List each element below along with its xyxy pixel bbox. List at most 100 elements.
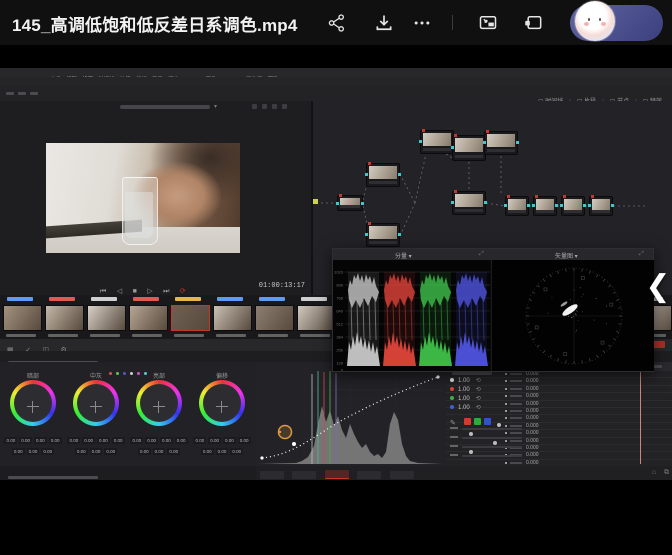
grade-node-2[interactable] [366, 223, 400, 247]
grade-node-0[interactable] [337, 195, 363, 211]
video-frame-resolve-screenshot: DaVinci Resolve文件编辑修剪时间线片段标记显示播放Fusion调色… [0, 45, 672, 480]
timeline-clip-6[interactable] [255, 295, 294, 337]
topbar-divider [452, 15, 453, 30]
channel-Y: 1.00⟲ [450, 373, 481, 382]
scopes-window: 分量 ▾ ⤢ 矢量图 ▾ ⤢ 1023 896 768 640 512 384 256 128… [332, 248, 654, 372]
grade-node-10[interactable] [589, 196, 613, 216]
expand-icon[interactable]: ⧉ [664, 466, 669, 480]
parade-title[interactable]: 分量 ▾ [395, 251, 412, 260]
svg-text:256: 256 [336, 348, 343, 353]
keyframe-panel-footer: ⌂ ⧉ [446, 466, 672, 480]
theater-mode-icon[interactable] [523, 13, 545, 33]
clip-thumbnail[interactable] [3, 305, 42, 331]
color-swatch[interactable] [464, 418, 471, 425]
color-swatch[interactable] [484, 418, 491, 425]
clip-thumbnail[interactable] [255, 305, 294, 331]
svg-text:1023: 1023 [334, 270, 344, 275]
clip-thumbnail[interactable] [171, 305, 210, 331]
video-player: 145_高调低饱和低反差日系调色.mp4 [0, 0, 672, 555]
video-title: 145_高调低饱和低反差日系调色.mp4 [12, 11, 298, 36]
timeline-clip-7[interactable] [297, 295, 336, 337]
color-wheel-1[interactable]: 中灰0.000.000.000.000.000.000.00 [65, 371, 127, 471]
color-wheels-panel: 暗部0.000.000.000.000.000.000.00中灰0.000.00… [0, 362, 256, 480]
viewer-panel: ▾ ⏮ ◁ ■ [0, 101, 311, 296]
timeline-name-dropdown[interactable] [120, 105, 210, 109]
color-wheel-3[interactable]: 偏移0.000.000.000.000.000.000.00 [191, 371, 253, 471]
node-source-input [313, 199, 318, 204]
channel-gains: 1.00⟲1.00⟲1.00⟲1.00⟲ [450, 373, 481, 409]
keyframe-row-9[interactable]: 0.000 [446, 438, 672, 445]
channel-B: 1.00⟲ [450, 400, 481, 409]
channel-R: 1.00⟲ [450, 382, 481, 391]
color-swatch[interactable] [474, 418, 481, 425]
wheel-ring[interactable] [10, 380, 56, 426]
curve-mode-tabs [256, 466, 446, 480]
timeline-clip-4[interactable] [171, 295, 210, 337]
vectorscope-expand-icon[interactable]: ⤢ [639, 251, 644, 258]
keyframe-panel: 0.0000.0000.0000.0000.0000.0000.0000.000… [446, 362, 672, 480]
color-wheel-2[interactable]: 亮部0.000.000.000.000.000.000.00 [128, 371, 190, 471]
home-icon[interactable]: ⌂ [652, 466, 656, 480]
wheel-ring[interactable] [136, 380, 182, 426]
grade-node-4[interactable] [452, 135, 486, 161]
clip-thumbnail[interactable] [213, 305, 252, 331]
resolve-menu-bar: DaVinci Resolve文件编辑修剪时间线片段标记显示播放Fusion调色… [0, 68, 672, 77]
grade-node-3[interactable] [420, 130, 454, 154]
svg-text:640: 640 [336, 309, 343, 314]
viewer-video-frame [46, 143, 240, 253]
timeline-clip-2[interactable] [87, 295, 126, 337]
timeline-clip-3[interactable] [129, 295, 168, 337]
parade-expand-icon[interactable]: ⤢ [479, 251, 484, 258]
svg-text:768: 768 [336, 296, 343, 301]
viewer-transport-controls: ⏮ ◁ ■ ▷ ⏭ ⟳ 01:00:13:17 [0, 280, 311, 296]
player-control-bar: 00:03:15 00:06:24 倍速 超清 字幕 查找 选集 SVIP [0, 480, 672, 555]
viewer-timecode: 01:00:13:17 [259, 282, 305, 290]
grade-node-7[interactable] [505, 196, 529, 216]
grade-node-1[interactable] [366, 163, 400, 187]
curve-tab[interactable] [260, 471, 284, 479]
water-glass [122, 177, 158, 245]
svg-text:0: 0 [341, 368, 344, 372]
color-wheel-0[interactable]: 暗部0.000.000.000.000.000.000.00 [2, 371, 64, 471]
grade-node-6[interactable] [452, 191, 486, 215]
curve-tab[interactable] [390, 471, 414, 479]
clip-thumbnail[interactable] [87, 305, 126, 331]
curve-tab[interactable] [292, 471, 316, 479]
download-icon[interactable] [373, 13, 395, 33]
timeline-clip-0[interactable] [3, 295, 42, 337]
grade-node-8[interactable] [533, 196, 557, 216]
svg-text:896: 896 [336, 283, 343, 288]
playlist-panel-toggle-chevron[interactable]: ❮ [645, 268, 671, 306]
svg-text:128: 128 [336, 361, 343, 366]
custom-curve-chart[interactable] [258, 366, 442, 464]
more-icon[interactable] [411, 13, 433, 33]
grade-node-9[interactable] [561, 196, 585, 216]
reset-icon[interactable]: ⟲ [476, 405, 481, 411]
wheel-ring[interactable] [73, 380, 119, 426]
wheel-ring[interactable] [199, 380, 245, 426]
clip-thumbnail[interactable] [129, 305, 168, 331]
rgb-swatches: ✎ [450, 412, 494, 421]
avatar[interactable] [575, 1, 615, 41]
wheels-bottom-strip [0, 466, 256, 480]
wheels-header [0, 362, 256, 371]
grade-node-5[interactable] [484, 131, 518, 155]
svg-text:512: 512 [336, 322, 343, 327]
clip-thumbnail[interactable] [297, 305, 336, 331]
pencil-icon: ✎ [450, 420, 456, 427]
channel-G: 1.00⟲ [450, 391, 481, 400]
timeline-clip-1[interactable] [45, 295, 84, 337]
picture-in-picture-icon[interactable] [477, 13, 499, 33]
svg-text:384: 384 [336, 335, 343, 340]
keyframe-playhead[interactable] [640, 371, 641, 464]
share-icon[interactable] [326, 13, 348, 33]
vectorscope-title[interactable]: 矢量图 ▾ [555, 251, 578, 260]
parade-scope: 1023 896 768 640 512 384 256 128 0 [333, 260, 490, 371]
curve-tab[interactable] [357, 471, 381, 479]
scopes-header: 分量 ▾ ⤢ 矢量图 ▾ ⤢ [333, 249, 653, 260]
clip-thumbnail[interactable] [45, 305, 84, 331]
curves-panel [256, 362, 446, 480]
player-top-bar: 145_高调低饱和低反差日系调色.mp4 [0, 0, 672, 45]
curve-tab-selected[interactable] [325, 470, 349, 479]
timeline-clip-5[interactable] [213, 295, 252, 337]
